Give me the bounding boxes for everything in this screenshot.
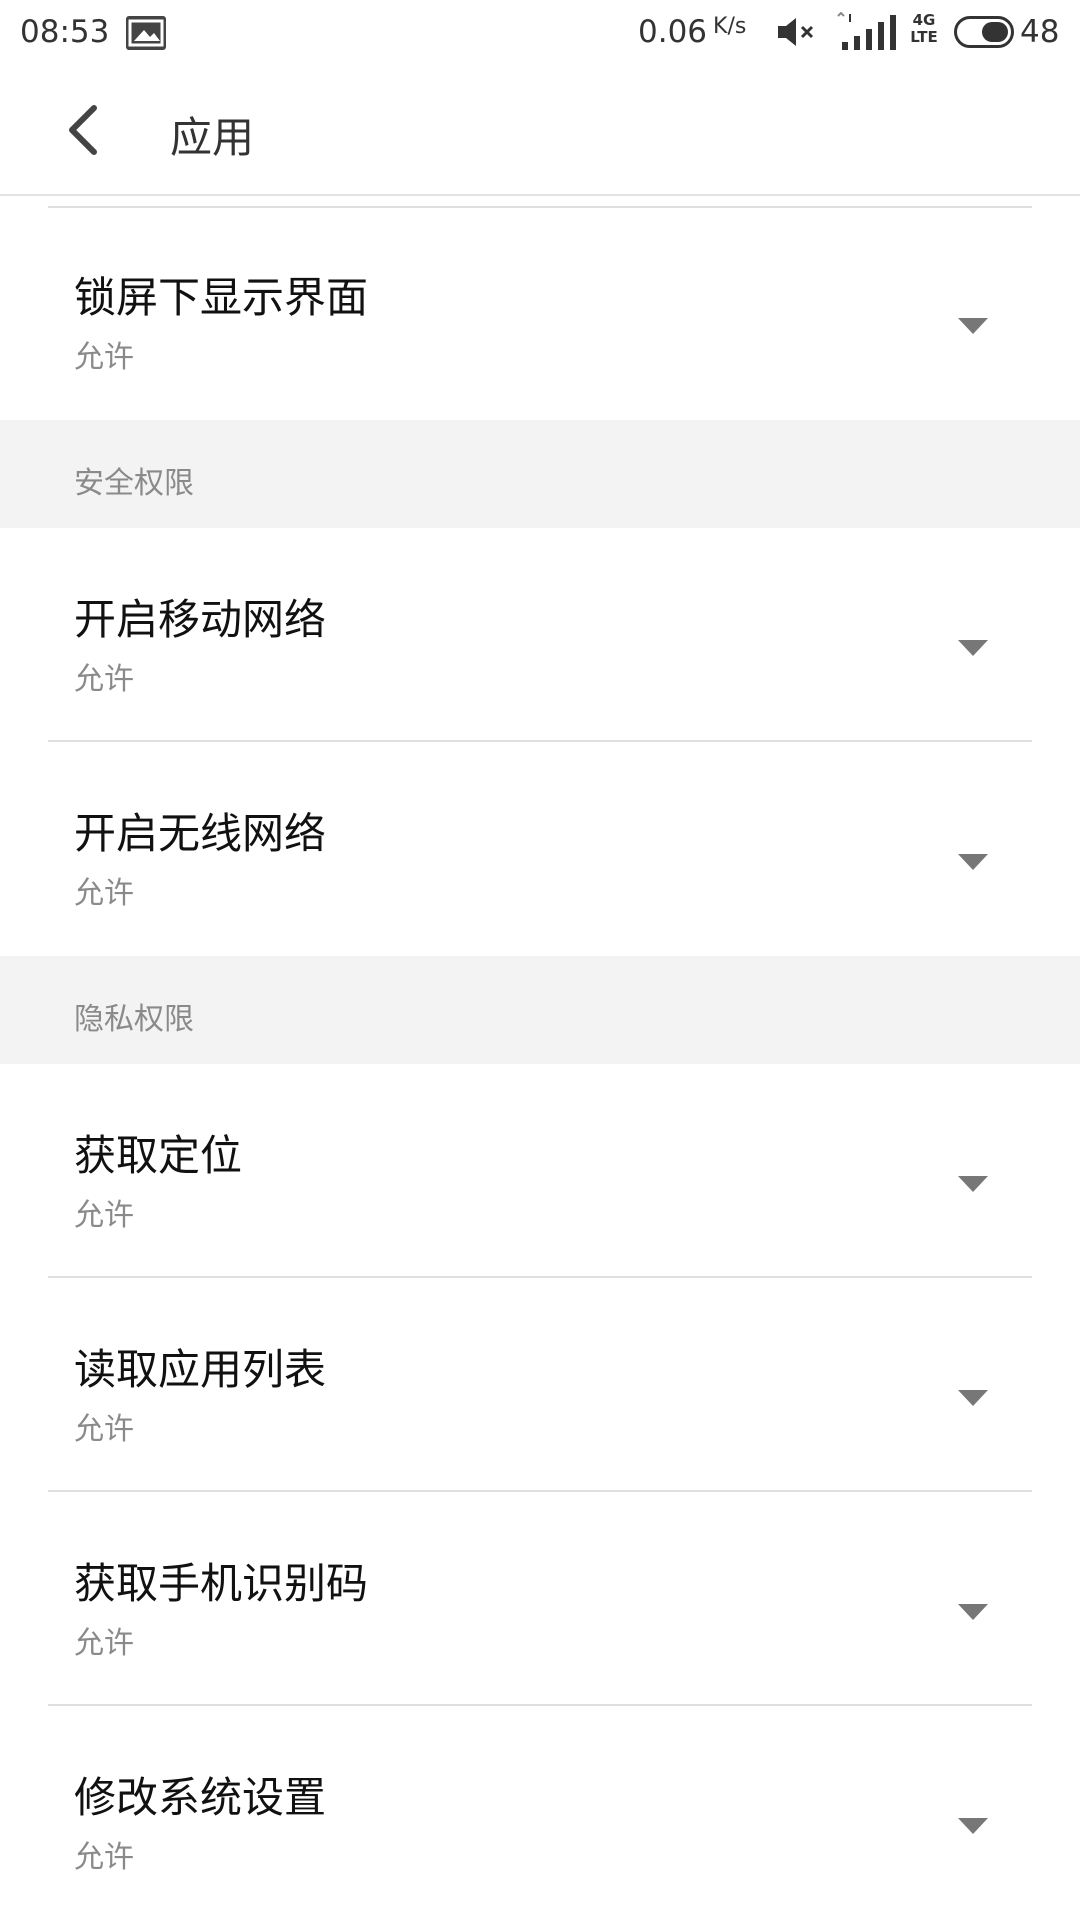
battery-percent: 48 <box>1020 14 1060 50</box>
permission-item-lockscreen[interactable]: 锁屏下显示界面 允许 <box>0 206 1080 420</box>
dropdown-arrow-icon[interactable] <box>958 1604 988 1620</box>
permission-list: 锁屏下显示界面 允许 安全权限 开启移动网络 允许 开启无线网络 允许 隐私权限… <box>0 196 1080 1920</box>
signal-icon <box>836 11 902 56</box>
permission-title: 获取手机识别码 <box>74 1559 369 1608</box>
permission-value: 允许 <box>74 1840 134 1875</box>
app-header: 应用 <box>0 66 1080 196</box>
network-speed: 0.06 K/s <box>638 14 747 50</box>
mute-icon <box>774 14 818 54</box>
permission-title: 修改系统设置 <box>74 1773 327 1822</box>
status-time: 08:53 <box>20 14 110 50</box>
permission-item-system-settings[interactable]: 修改系统设置 允许 <box>0 1706 1080 1920</box>
dropdown-arrow-icon[interactable] <box>958 318 988 334</box>
divider <box>0 196 1080 208</box>
dropdown-arrow-icon[interactable] <box>958 640 988 656</box>
section-label: 隐私权限 <box>74 1002 194 1037</box>
permission-value: 允许 <box>74 662 134 697</box>
dropdown-arrow-icon[interactable] <box>958 1176 988 1192</box>
dropdown-arrow-icon[interactable] <box>958 854 988 870</box>
permission-item-location[interactable]: 获取定位 允许 <box>0 1064 1080 1278</box>
back-arrow-icon[interactable] <box>56 100 116 160</box>
permission-value: 允许 <box>74 1198 134 1233</box>
status-bar: 08:53 0.06 K/s 4G LTE 48 <box>0 0 1080 66</box>
permission-title: 读取应用列表 <box>74 1345 327 1394</box>
battery-icon <box>954 16 1014 48</box>
section-header-security: 安全权限 <box>0 420 1080 528</box>
permission-title: 锁屏下显示界面 <box>74 273 369 322</box>
permission-title: 开启移动网络 <box>74 595 327 644</box>
image-notification-icon <box>126 16 166 50</box>
network-type: 4G LTE <box>910 11 938 46</box>
permission-value: 允许 <box>74 876 134 911</box>
permission-title: 开启无线网络 <box>74 809 327 858</box>
permission-value: 允许 <box>74 340 134 375</box>
permission-item-mobile-network[interactable]: 开启移动网络 允许 <box>0 528 1080 742</box>
section-label: 安全权限 <box>74 466 194 501</box>
permission-title: 获取定位 <box>74 1131 243 1180</box>
permission-item-device-id[interactable]: 获取手机识别码 允许 <box>0 1492 1080 1706</box>
permission-item-app-list[interactable]: 读取应用列表 允许 <box>0 1278 1080 1492</box>
page-title: 应用 <box>170 113 255 162</box>
dropdown-arrow-icon[interactable] <box>958 1390 988 1406</box>
permission-value: 允许 <box>74 1412 134 1447</box>
permission-value: 允许 <box>74 1626 134 1661</box>
section-header-privacy: 隐私权限 <box>0 956 1080 1064</box>
permission-item-wifi[interactable]: 开启无线网络 允许 <box>0 742 1080 956</box>
dropdown-arrow-icon[interactable] <box>958 1818 988 1834</box>
